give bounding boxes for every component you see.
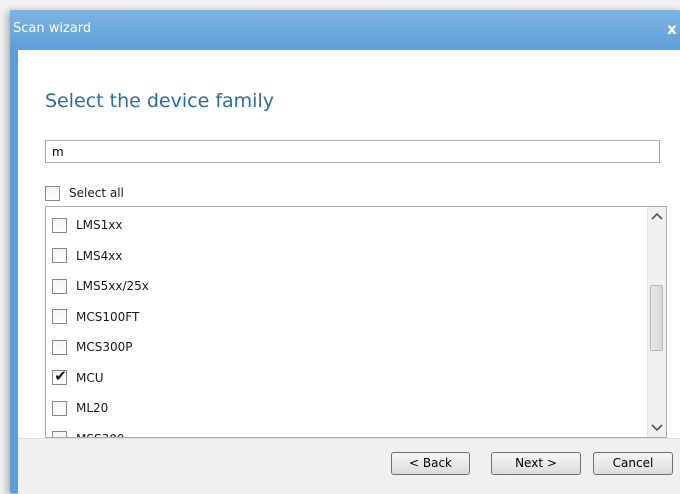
device-label: ML20 [76,401,109,415]
device-label: LMS4xx [76,248,123,263]
list-item[interactable]: MCS300P [52,337,133,357]
list-item[interactable]: LMS1xx [52,215,123,235]
device-label: LMS1xx [76,218,123,232]
close-icon[interactable]: x [664,20,680,38]
list-scrollbar[interactable] [647,207,666,437]
device-label: MCS100FT [76,309,140,324]
page-title: Select the device family [45,90,274,112]
list-item[interactable]: ML20 [52,398,108,418]
device-checkbox[interactable] [52,278,67,294]
list-item[interactable]: MCS100FT [52,307,139,327]
device-label: MCU [76,370,104,385]
select-all-checkbox-row[interactable]: Select all [45,183,124,203]
device-checkbox[interactable] [52,431,67,437]
select-all-checkbox[interactable] [45,185,60,201]
chevron-down-icon[interactable] [648,419,666,437]
select-all-label: Select all [69,186,124,200]
next-button[interactable]: Next > [491,452,581,475]
device-label: MCS300P [76,340,133,354]
device-family-items: LMS1xx LMS4xx LMS5xx/25x MCS100FT MCS300P ✔ MC… [46,207,646,437]
device-checkbox[interactable] [52,248,67,263]
title-bar[interactable]: Scan wizard x [10,10,680,50]
scan-wizard-window: Scan wizard x Select the device family S… [10,10,680,494]
device-checkbox[interactable]: ✔ [52,367,67,385]
wizard-content: Select the device family Select all LMS1… [18,50,680,494]
chevron-up-icon[interactable] [648,207,666,225]
cancel-button[interactable]: Cancel [593,452,673,475]
device-family-list[interactable]: LMS1xx LMS4xx LMS5xx/25x MCS100FT MCS300P ✔ MC… [45,206,667,438]
list-item[interactable]: ✔ MCU [52,367,104,388]
device-checkbox[interactable] [52,339,67,355]
checkmark-icon: ✔ [54,367,67,385]
scrollbar-thumb[interactable] [650,285,663,351]
list-item[interactable]: MSS300 [52,429,125,438]
window-title: Scan wizard [13,21,92,36]
list-item[interactable]: LMS4xx [52,246,123,266]
button-bar: < Back Next > Cancel [18,438,680,494]
device-checkbox[interactable] [52,217,67,233]
device-checkbox[interactable] [52,400,67,416]
search-input[interactable] [45,140,660,163]
back-button[interactable]: < Back [391,452,470,475]
list-item[interactable]: LMS5xx/25x [52,276,149,296]
device-checkbox[interactable] [52,309,67,324]
device-label: LMS5xx/25x [76,279,149,293]
device-label: MSS300 [76,432,125,438]
